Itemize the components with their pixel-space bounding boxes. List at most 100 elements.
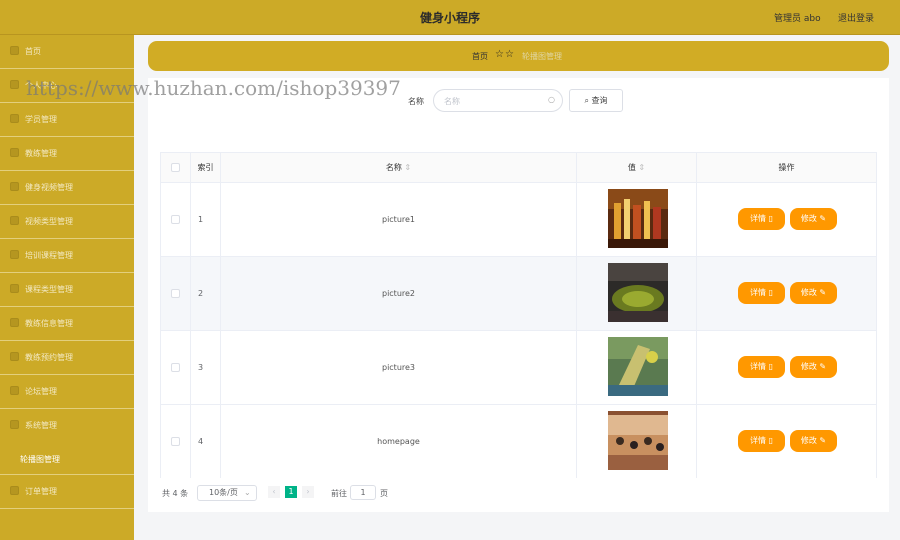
menu-icon [10,148,19,157]
menu-icon [10,216,19,225]
sort-icon[interactable]: ⇕ [404,163,411,172]
logout-link[interactable]: 退出登录 [838,11,874,24]
goto-page-input[interactable]: 1 [350,485,376,500]
sidebar-item-label: 培训课程管理 [25,251,73,260]
detail-button[interactable]: 详情 ▯ [738,430,785,452]
document-icon: ▯ [768,288,773,297]
row-checkbox[interactable] [171,363,180,372]
edit-button[interactable]: 修改 ✎ [790,208,837,230]
header-index: 索引 [191,153,221,183]
basketball-crowd-image [608,189,668,248]
row-name: picture1 [381,215,416,224]
sidebar-item-label: 系统管理 [25,421,57,430]
sidebar-item-label: 视频类型管理 [25,217,73,226]
top-bar: 健身小程序 管理员 abo 退出登录 [0,0,900,35]
detail-button[interactable]: 详情 ▯ [738,356,785,378]
breadcrumb-home[interactable]: 首页 [472,51,488,62]
search-label: 名称 [408,97,424,106]
sidebar-item-training-courses[interactable]: 培训课程管理 [0,239,134,273]
row-checkbox[interactable] [171,437,180,446]
star-icon: ☆☆ [495,49,515,60]
header-select-cell [161,153,191,183]
select-all-checkbox[interactable] [171,163,180,172]
sidebar-item-orders[interactable]: 订单管理 [0,475,134,509]
sidebar-item-forum[interactable]: 论坛管理 [0,375,134,409]
row-checkbox[interactable] [171,289,180,298]
sidebar: 首页 个人中心 学员管理 教练管理 健身视频管理 视频类型管理 培训课程管理 课… [0,35,134,540]
prev-page-button[interactable]: ‹ [268,486,280,498]
watermark-text: https://www.huzhan.com/ishop39397 [26,76,401,100]
edit-button-label: 修改 [800,436,817,445]
admin-user-label[interactable]: 管理员 abo [774,11,821,24]
detail-button[interactable]: 详情 ▯ [738,208,785,230]
data-table: 索引 名称 ⇕ 值 ⇕ 操作 1 picture1 详情 ▯ 修改 ✎ 2 pi… [160,152,877,479]
sidebar-item-system[interactable]: 系统管理 轮播图管理 [0,409,134,475]
row-name: picture3 [381,363,416,372]
sidebar-item-students[interactable]: 学员管理 [0,103,134,137]
app-title: 健身小程序 [419,11,480,25]
table-row: 3 picture3 详情 ▯ 修改 ✎ [161,331,876,405]
row-name: homepage [377,437,420,446]
search-input[interactable]: 名称 ○ [433,89,563,112]
sidebar-subitem-carousel[interactable]: 轮播图管理 [20,454,60,465]
settings-icon [10,420,19,429]
edit-button[interactable]: 修改 ✎ [790,430,837,452]
edit-button-label: 修改 [800,288,817,297]
sidebar-item-fitness-videos[interactable]: 健身视频管理 [0,171,134,205]
edit-icon: ✎ [819,288,827,297]
detail-button[interactable]: 详情 ▯ [738,282,785,304]
sidebar-item-coach-info[interactable]: 教练信息管理 [0,307,134,341]
edit-button[interactable]: 修改 ✎ [790,282,837,304]
sidebar-item-label: 教练管理 [25,149,57,158]
detail-button-label: 详情 [750,362,767,371]
tennis-image [608,337,668,396]
page-unit-label: 页 [380,489,388,498]
pagination-total: 共 4 条 [162,489,189,498]
menu-icon [10,250,19,259]
stadium-image [608,263,668,322]
row-checkbox[interactable] [171,215,180,224]
table-row: 2 picture2 详情 ▯ 修改 ✎ [161,257,876,331]
detail-button-label: 详情 [750,214,767,223]
search-icon: ⌕ [584,96,589,105]
row-index: 2 [198,289,204,298]
video-icon [10,182,19,191]
search-button[interactable]: ⌕ 查询 [569,89,623,112]
chevron-down-icon: ⌄ [244,488,251,497]
sidebar-item-coach-booking[interactable]: 教练预约管理 [0,341,134,375]
header-value[interactable]: 值 ⇕ [577,153,697,183]
sidebar-item-course-types[interactable]: 课程类型管理 [0,273,134,307]
menu-icon [10,386,19,395]
page-size-select[interactable]: 10条/页 ⌄ [197,485,257,501]
page-number-current[interactable]: 1 [285,486,297,498]
sidebar-item-video-types[interactable]: 视频类型管理 [0,205,134,239]
header-name[interactable]: 名称 ⇕ [221,153,577,183]
header-actions: 操作 [697,153,876,183]
sidebar-item-label: 课程类型管理 [25,285,73,294]
menu-icon [10,284,19,293]
header-value-label: 值 [627,163,636,172]
row-index: 1 [198,215,204,224]
sort-icon[interactable]: ⇕ [638,163,645,172]
sidebar-item-coaches[interactable]: 教练管理 [0,137,134,171]
sidebar-item-label: 学员管理 [25,115,57,124]
edit-icon: ✎ [819,436,827,445]
search-placeholder: 名称 [444,97,460,106]
sidebar-item-home[interactable]: 首页 [0,35,134,69]
sidebar-item-label: 教练信息管理 [25,319,73,328]
edit-button-label: 修改 [800,214,817,223]
edit-button[interactable]: 修改 ✎ [790,356,837,378]
edit-button-label: 修改 [800,362,817,371]
sidebar-item-label: 论坛管理 [25,387,57,396]
user-icon [10,80,19,89]
chevron-left-icon: ‹ [272,487,276,496]
edit-icon: ✎ [819,362,827,371]
table-row: 1 picture1 详情 ▯ 修改 ✎ [161,183,876,257]
home-icon [10,46,19,55]
gym-class-image [608,411,668,470]
menu-icon [10,318,19,327]
next-page-button[interactable]: › [302,486,314,498]
header-name-label: 名称 [385,163,402,172]
search-button-label: 查询 [591,96,608,105]
sidebar-item-label: 健身视频管理 [25,183,73,192]
